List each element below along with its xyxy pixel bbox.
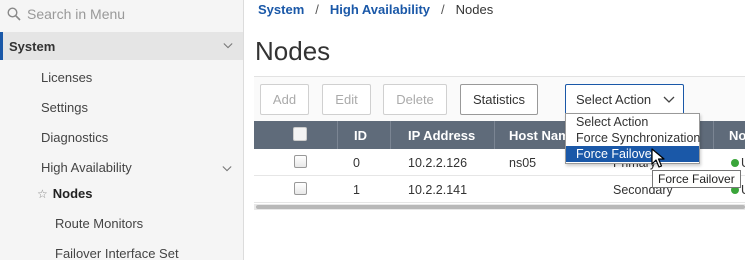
- cell-node-state-text: U: [741, 183, 745, 197]
- sidebar-section-label: System: [9, 38, 56, 54]
- chevron-down-icon[interactable]: [222, 164, 232, 174]
- delete-button[interactable]: Delete: [383, 84, 447, 115]
- breadcrumb-system[interactable]: System: [258, 2, 304, 17]
- column-header-host-name[interactable]: Host Nam: [509, 121, 570, 149]
- column-divider: [390, 121, 391, 149]
- status-up-icon: [731, 158, 739, 167]
- cell-id: 1: [353, 182, 360, 197]
- column-divider: [337, 121, 338, 149]
- add-button[interactable]: Add: [260, 84, 309, 115]
- column-divider: [494, 121, 495, 149]
- search-icon: [7, 7, 21, 21]
- cell-host-name: ns05: [509, 155, 537, 170]
- cell-id: 0: [353, 155, 360, 170]
- sidebar-item-licenses[interactable]: Licenses: [41, 70, 92, 85]
- search-input[interactable]: Search in Menu: [27, 6, 125, 22]
- sidebar-item-label: Nodes: [52, 186, 93, 201]
- breadcrumb-high-availability[interactable]: High Availability: [330, 2, 430, 17]
- sidebar-item-diagnostics[interactable]: Diagnostics: [41, 130, 108, 145]
- statistics-button[interactable]: Statistics: [460, 84, 538, 115]
- edit-button[interactable]: Edit: [322, 84, 371, 115]
- chevron-down-icon[interactable]: [223, 41, 233, 51]
- select-all-checkbox[interactable]: [293, 127, 307, 141]
- menu-item-force-failover[interactable]: Force Failover: [566, 146, 699, 162]
- cell-ip-address: 10.2.2.141: [408, 182, 468, 197]
- column-header-ip-address[interactable]: IP Address: [408, 121, 475, 149]
- star-icon[interactable]: ☆: [37, 187, 48, 201]
- sidebar-item-nodes[interactable]: ☆ Nodes: [37, 186, 93, 201]
- cell-node-state-text: U: [741, 156, 745, 170]
- row-checkbox[interactable]: [294, 182, 307, 195]
- breadcrumb-separator: /: [315, 2, 319, 17]
- action-select[interactable]: Select Action: [565, 84, 684, 115]
- cell-ip-address: 10.2.2.126: [408, 155, 468, 170]
- action-select-value: Select Action: [576, 92, 652, 107]
- menu-item-force-synchronization[interactable]: Force Synchronization: [566, 130, 700, 146]
- sidebar-item-failover-interface-set[interactable]: Failover Interface Set: [55, 246, 179, 260]
- sidebar-item-route-monitors[interactable]: Route Monitors: [55, 216, 143, 231]
- breadcrumb-separator: /: [441, 2, 445, 17]
- sidebar-section-system[interactable]: System: [0, 32, 243, 60]
- sidebar-item-settings[interactable]: Settings: [41, 100, 88, 115]
- horizontal-scrollbar[interactable]: [254, 204, 745, 210]
- column-header-node-state[interactable]: No: [729, 121, 745, 149]
- menu-item-select-action[interactable]: Select Action: [566, 114, 699, 130]
- breadcrumb-nodes: Nodes: [455, 2, 494, 17]
- chevron-down-icon: [663, 96, 675, 103]
- sidebar-item-high-availability[interactable]: High Availability: [41, 160, 132, 175]
- breadcrumb: System / High Availability / Nodes: [258, 2, 493, 17]
- search-box[interactable]: Search in Menu: [0, 0, 243, 28]
- sidebar: Search in Menu System Licenses Settings …: [0, 0, 244, 260]
- column-divider: [713, 121, 714, 149]
- row-checkbox[interactable]: [294, 155, 307, 168]
- action-dropdown-menu: Select Action Force Synchronization Forc…: [565, 113, 700, 164]
- mouse-pointer-icon: [651, 148, 665, 168]
- scrollbar-thumb[interactable]: [256, 205, 745, 209]
- page-title: Nodes: [255, 36, 331, 66]
- tooltip: Force Failover: [652, 170, 741, 188]
- column-header-id[interactable]: ID: [354, 121, 367, 149]
